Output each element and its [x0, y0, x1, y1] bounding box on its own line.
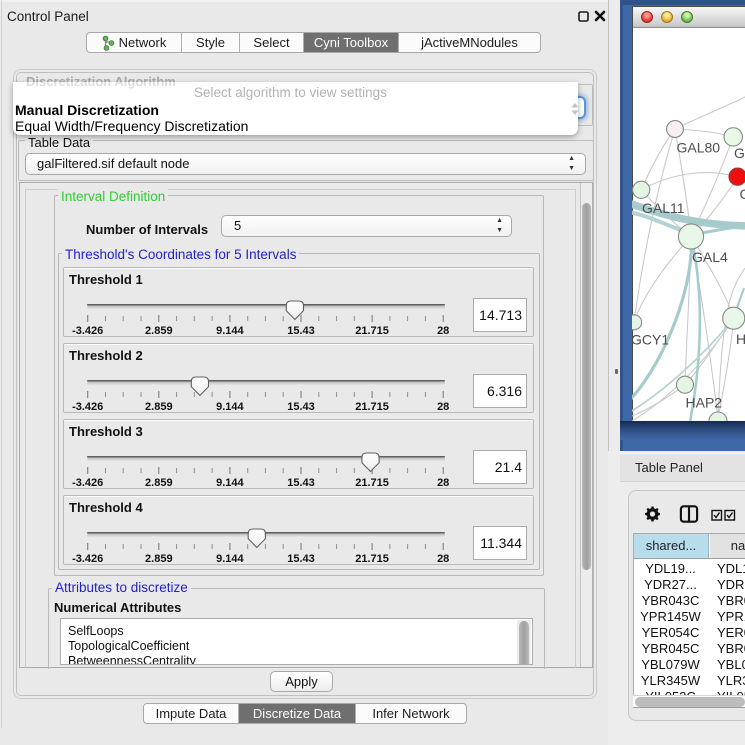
svg-text:H: H	[736, 331, 745, 347]
svg-text:28: 28	[437, 553, 449, 565]
svg-text:2.859: 2.859	[145, 477, 173, 489]
svg-text:21.715: 21.715	[355, 401, 389, 413]
svg-text:9.144: 9.144	[216, 325, 244, 337]
svg-text:GAL80: GAL80	[677, 140, 721, 156]
svg-text:21.715: 21.715	[355, 477, 389, 489]
svg-text:-3.426: -3.426	[72, 325, 103, 337]
svg-text:GCY1: GCY1	[632, 332, 669, 348]
svg-text:21.715: 21.715	[355, 553, 389, 565]
svg-text:GA: GA	[734, 145, 745, 161]
svg-text:15.43: 15.43	[287, 325, 315, 337]
svg-text:9.144: 9.144	[216, 401, 244, 413]
svg-text:15.43: 15.43	[287, 477, 315, 489]
svg-text:GAL4: GAL4	[692, 249, 728, 265]
svg-text:-3.426: -3.426	[72, 401, 103, 413]
svg-text:9.144: 9.144	[216, 553, 244, 565]
svg-text:GAL11: GAL11	[642, 200, 685, 216]
svg-text:21.715: 21.715	[355, 325, 389, 337]
svg-text:28: 28	[437, 325, 449, 337]
svg-text:28: 28	[437, 401, 449, 413]
svg-text:2.859: 2.859	[145, 553, 173, 565]
svg-text:C: C	[740, 186, 745, 202]
svg-text:15.43: 15.43	[287, 553, 315, 565]
svg-text:2.859: 2.859	[145, 325, 173, 337]
svg-text:2.859: 2.859	[145, 401, 173, 413]
svg-text:9.144: 9.144	[216, 477, 244, 489]
svg-text:HAP2: HAP2	[686, 395, 723, 411]
svg-text:28: 28	[437, 477, 449, 489]
svg-text:15.43: 15.43	[287, 401, 315, 413]
svg-text:-3.426: -3.426	[72, 553, 103, 565]
svg-text:-3.426: -3.426	[72, 477, 103, 489]
